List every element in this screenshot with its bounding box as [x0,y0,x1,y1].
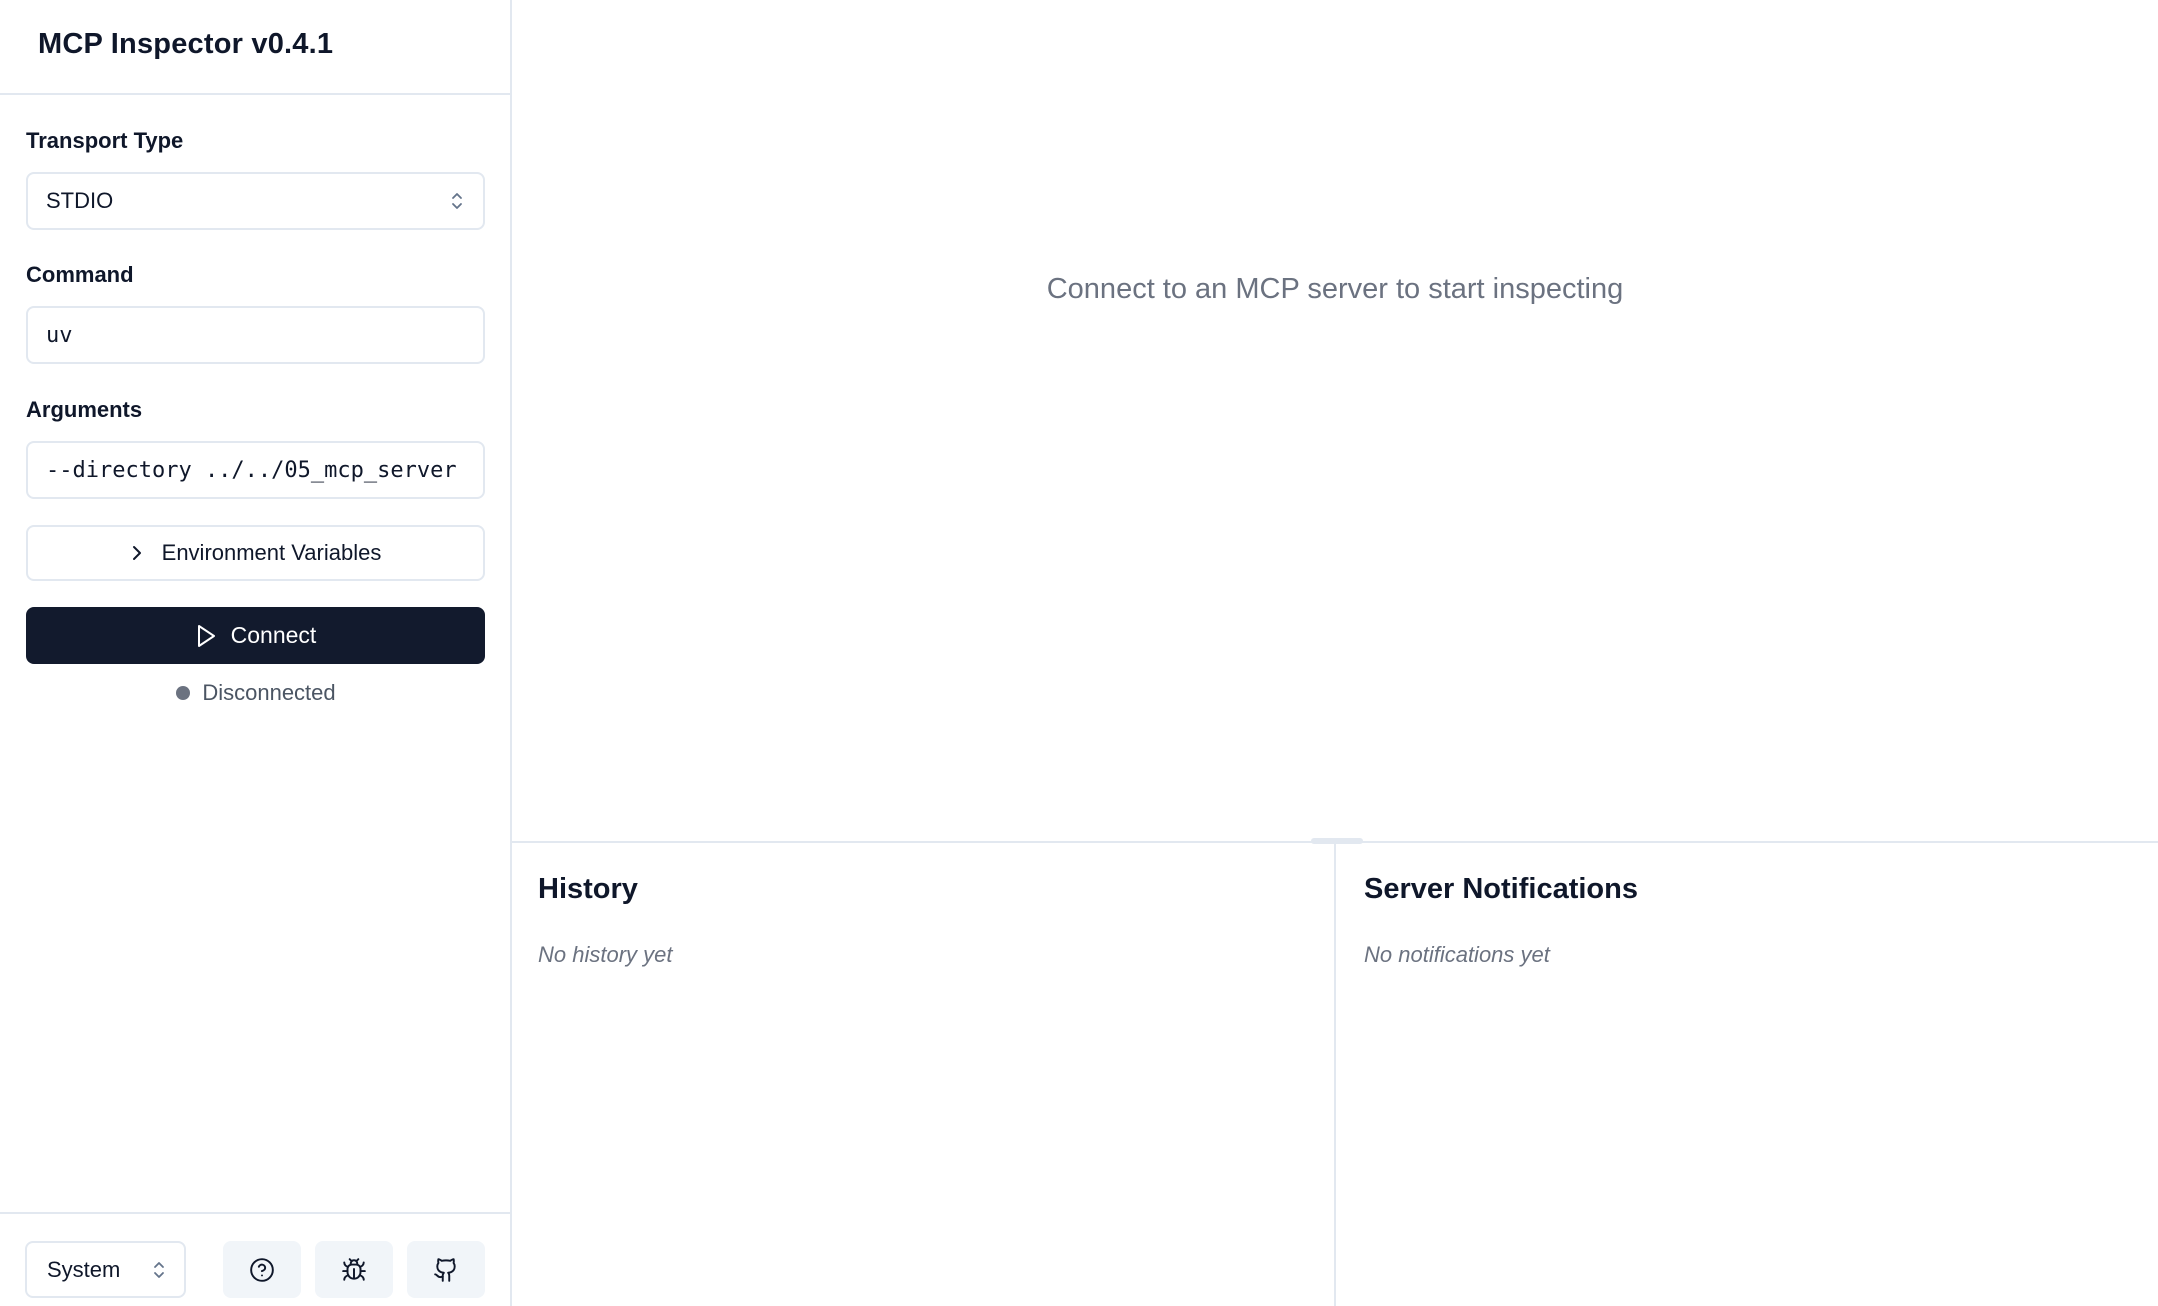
sidebar: MCP Inspector v0.4.1 Transport Type STDI… [0,0,512,1306]
github-button[interactable] [407,1241,485,1298]
chevron-up-down-icon [449,190,465,212]
environment-variables-button[interactable]: Environment Variables [26,525,485,581]
inspector-pane: Connect to an MCP server to start inspec… [512,0,2158,842]
theme-select[interactable]: System [25,1241,186,1298]
empty-state-message: Connect to an MCP server to start inspec… [1046,272,1624,305]
arguments-input[interactable]: --directory ../../05_mcp_server [26,441,485,499]
chevron-up-down-icon [152,1260,166,1280]
server-notifications-title: Server Notifications [1364,873,1638,905]
bug-icon [341,1257,367,1283]
command-label: Command [26,262,134,287]
app-root: MCP Inspector v0.4.1 Transport Type STDI… [0,0,2158,1306]
server-notifications-panel: Server Notifications No notifications ye… [1338,843,2158,1306]
theme-value: System [47,1256,121,1282]
play-icon [195,624,217,648]
sidebar-header: MCP Inspector v0.4.1 [0,0,510,95]
connect-button[interactable]: Connect [26,607,485,664]
main-area: Connect to an MCP server to start inspec… [512,0,2158,1306]
transport-type-label: Transport Type [26,128,184,153]
transport-type-value: STDIO [46,188,114,213]
arguments-value: --directory ../../05_mcp_server [46,457,457,483]
environment-variables-label: Environment Variables [161,540,382,565]
help-button[interactable] [223,1241,301,1298]
command-value: uv [46,322,73,348]
notifications-empty-text: No notifications yet [1364,942,1550,967]
sidebar-footer: System [0,1212,512,1306]
chevron-right-icon [130,543,144,563]
app-title: MCP Inspector v0.4.1 [38,28,334,60]
connect-label: Connect [230,622,317,648]
history-panel: History No history yet [512,843,1336,1306]
transport-type-select[interactable]: STDIO [26,172,485,230]
command-input[interactable]: uv [26,306,485,364]
history-title: History [538,873,638,905]
arguments-label: Arguments [26,397,143,422]
history-empty-text: No history yet [538,942,673,967]
status-dot [176,686,191,700]
github-icon [433,1257,459,1283]
status-text: Disconnected [202,680,336,705]
help-icon [249,1257,275,1283]
connection-status: Disconnected [0,680,512,706]
debug-button[interactable] [315,1241,393,1298]
